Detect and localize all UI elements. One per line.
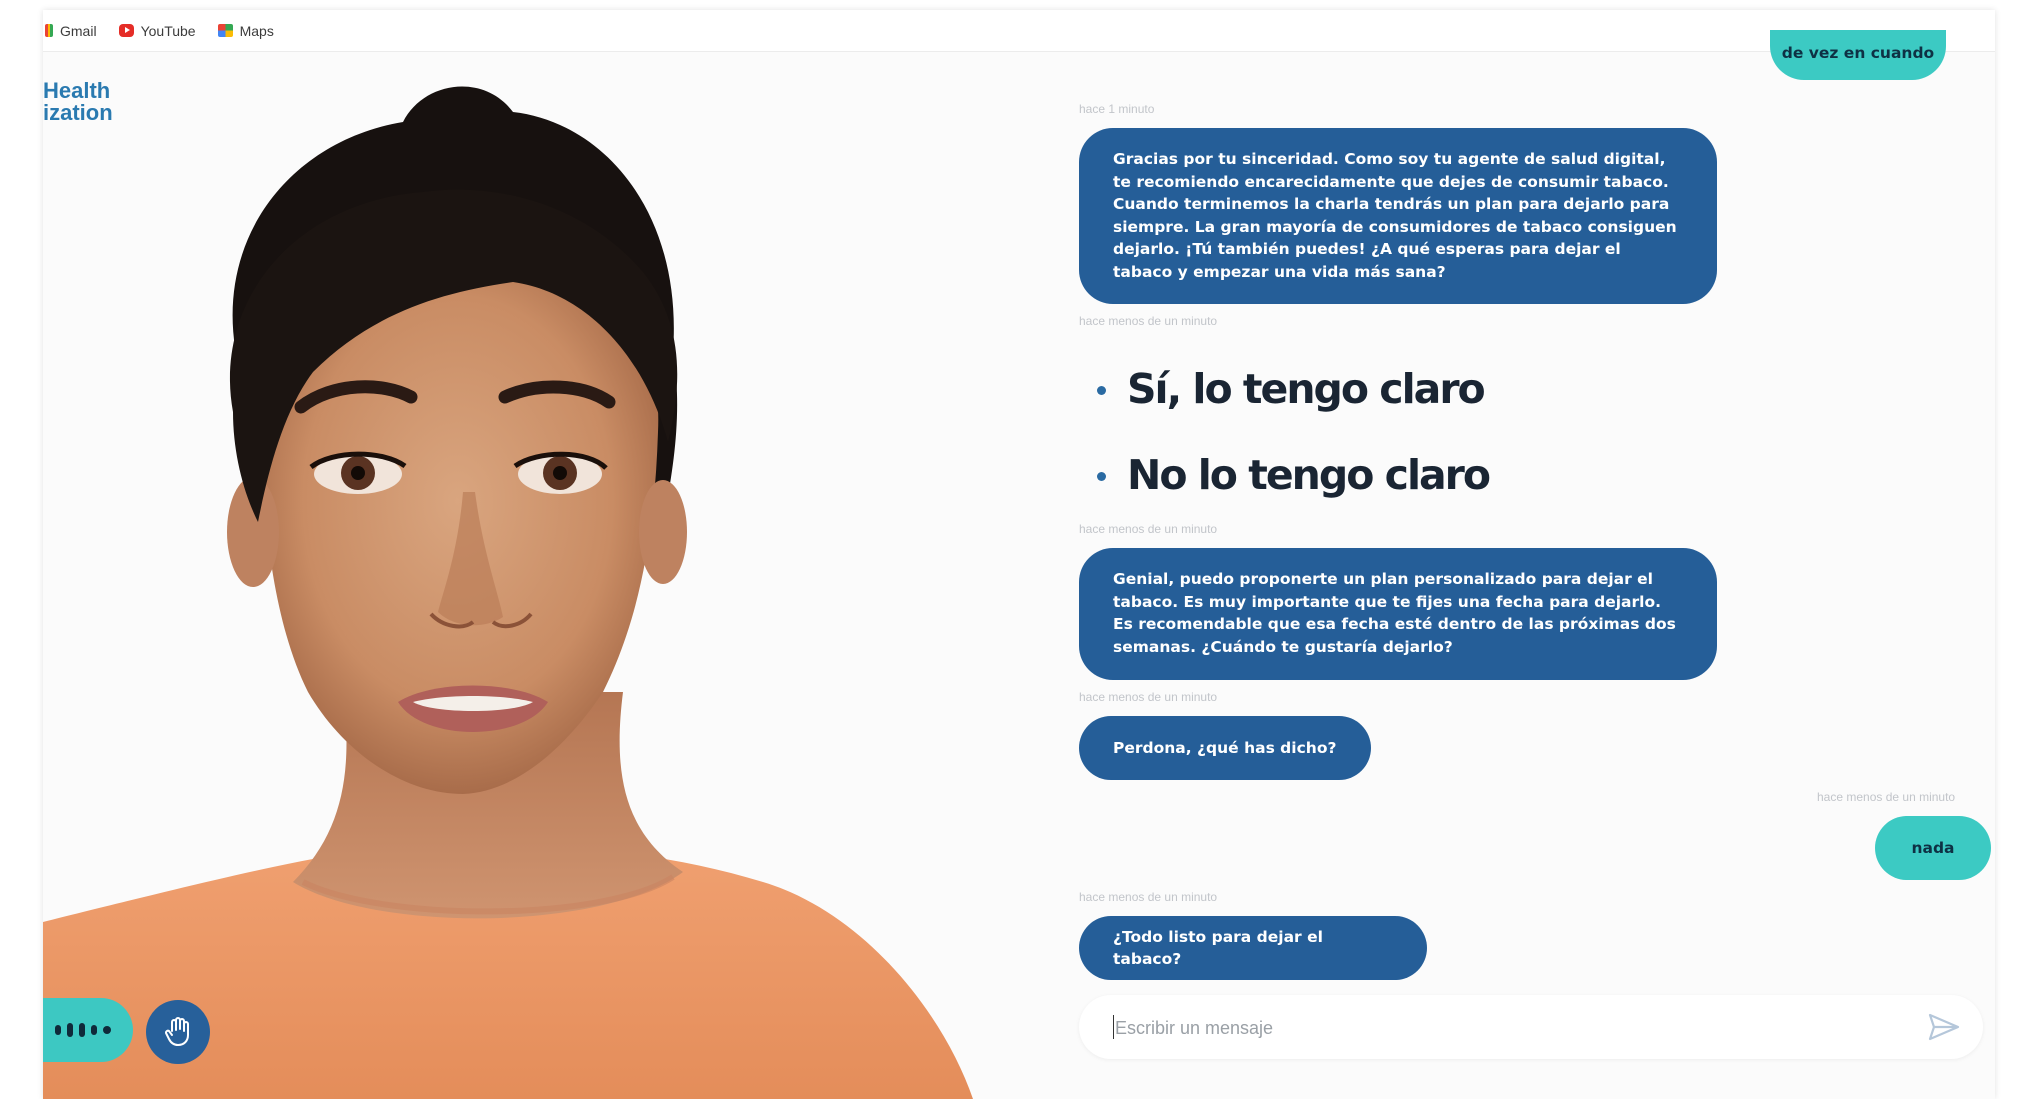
agent-message-text: Perdona, ¿qué has dicho? (1113, 738, 1337, 757)
logo-line-2: ization (43, 100, 113, 125)
user-message-text: nada (1911, 839, 1955, 857)
message-timestamp: hace menos de un minuto (1079, 314, 1218, 328)
microphone-bars-icon (67, 1023, 73, 1037)
user-message-bubble: de vez en cuando (1770, 30, 1946, 80)
microphone-bars-icon (55, 1025, 61, 1035)
logo-line-1: Health (43, 78, 111, 103)
quick-reply-options: Sí, lo tengo claro No lo tengo claro (1095, 346, 1491, 518)
user-message-text: de vez en cuando (1781, 44, 1935, 62)
bookmark-maps[interactable]: Maps (217, 22, 274, 39)
agent-message-bubble: ¿Todo listo para dejar el tabaco? (1079, 916, 1427, 980)
send-icon[interactable] (1927, 1011, 1961, 1043)
message-timestamp: hace menos de un minuto (1079, 690, 1218, 704)
app-window: Gmail YouTube Maps Health ization de vez… (43, 10, 1995, 1099)
raise-hand-icon (165, 1017, 189, 1046)
message-input[interactable] (1113, 1009, 1877, 1047)
message-timestamp: hace menos de un minuto (1817, 790, 1956, 804)
microphone-button[interactable] (43, 998, 133, 1062)
agent-message-text: Genial, puedo proponerte un plan persona… (1113, 570, 1676, 656)
microphone-bars-icon (91, 1025, 97, 1035)
digital-health-agent-avatar (43, 86, 973, 1099)
text-cursor (1113, 1015, 1114, 1039)
raise-hand-button[interactable] (146, 1000, 210, 1064)
quick-reply-option[interactable]: Sí, lo tengo claro (1095, 346, 1489, 432)
agent-message-bubble: Gracias por tu sinceridad. Como soy tu a… (1079, 128, 1717, 304)
message-timestamp: hace menos de un minuto (1079, 890, 1218, 904)
agent-message-text: Gracias por tu sinceridad. Como soy tu a… (1113, 150, 1677, 281)
agent-message-bubble: Perdona, ¿qué has dicho? (1079, 716, 1371, 780)
agent-message-text: ¿Todo listo para dejar el tabaco? (1113, 927, 1323, 969)
message-composer (1079, 995, 1983, 1059)
gmail-icon (45, 24, 53, 37)
message-timestamp: hace 1 minuto (1079, 102, 1155, 116)
bookmark-label: YouTube (140, 22, 196, 39)
microphone-bars-icon (103, 1026, 111, 1034)
youtube-icon (118, 24, 134, 37)
maps-icon (217, 24, 233, 37)
logo: Health ization (43, 80, 113, 124)
bookmark-label: Gmail (60, 22, 97, 39)
bookmark-youtube[interactable]: YouTube (118, 22, 196, 39)
bookmark-gmail[interactable]: Gmail (45, 23, 97, 39)
user-message-bubble: nada (1875, 816, 1991, 880)
agent-message-bubble: Genial, puedo proponerte un plan persona… (1079, 548, 1717, 680)
microphone-bars-icon (79, 1023, 85, 1037)
quick-reply-option[interactable]: No lo tengo claro (1095, 432, 1491, 518)
bookmarks-bar: Gmail YouTube Maps (43, 10, 1995, 52)
message-timestamp: hace menos de un minuto (1079, 522, 1218, 536)
bookmark-label: Maps (239, 22, 274, 39)
